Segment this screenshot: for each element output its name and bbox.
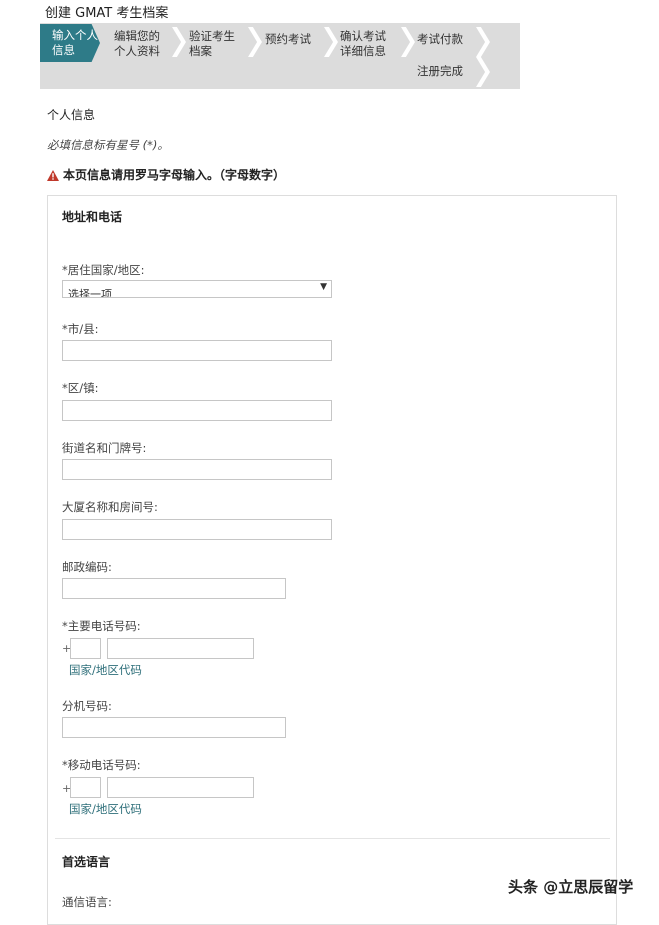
step-label: 输入个人 (52, 28, 98, 42)
language-section-title: 首选语言 (62, 855, 111, 869)
step-schedule-exam: 预约考试 (265, 32, 311, 47)
step-chevron-icon (172, 27, 186, 57)
step-label: 信息 (52, 43, 75, 57)
section-divider (55, 838, 610, 839)
mobile-number-input[interactable] (107, 777, 254, 798)
step-registration-complete: 注册完成 (417, 64, 463, 79)
postal-code-input[interactable] (62, 578, 286, 599)
step-label: 注册完成 (417, 64, 463, 78)
required-note: 必填信息标有星号 (*)。 (47, 138, 169, 152)
step-label: 档案 (189, 44, 212, 58)
step-label: 个人资料 (114, 44, 160, 58)
section-label: 个人信息 (47, 108, 96, 122)
step-exam-payment: 考试付款 (417, 32, 463, 47)
extension-input[interactable] (62, 717, 286, 738)
street-label: 街道名和门牌号: (62, 441, 147, 455)
mobile-country-code-hint: 国家/地区代码 (69, 802, 142, 816)
district-input[interactable] (62, 400, 332, 421)
city-label: *市/县: (62, 322, 99, 336)
street-input[interactable] (62, 459, 332, 480)
step-label: 详细信息 (340, 44, 386, 58)
step-chevron-icon (476, 27, 490, 57)
step-edit-profile: 编辑您的 个人资料 (114, 29, 160, 59)
primary-phone-label: *主要电话号码: (62, 619, 141, 633)
building-label: 大厦名称和房间号: (62, 500, 158, 514)
step-label: 预约考试 (265, 32, 311, 46)
step-enter-personal-info: 输入个人 信息 (40, 24, 100, 62)
step-label: 确认考试 (340, 29, 386, 43)
phone-country-code-input[interactable] (70, 638, 101, 659)
page-title: 创建 GMAT 考生档案 (45, 6, 169, 21)
postal-code-label: 邮政编码: (62, 560, 112, 574)
roman-letters-warning: 本页信息请用罗马字母输入。（字母数字） (47, 166, 285, 184)
country-select-value: 选择一项 (68, 288, 112, 298)
phone-country-code-hint: 国家/地区代码 (69, 663, 142, 677)
mobile-country-code-input[interactable] (70, 777, 101, 798)
country-label: *居住国家/地区: (62, 263, 145, 277)
warning-triangle-icon (47, 170, 59, 184)
city-input[interactable] (62, 340, 332, 361)
building-input[interactable] (62, 519, 332, 540)
registration-steps: 输入个人 信息 编辑您的 个人资料 验证考生 档案 预约考试 确认考试 详细信息… (40, 23, 520, 89)
step-verify-profile: 验证考生 档案 (189, 29, 235, 59)
dropdown-arrow-icon: ▼ (320, 282, 327, 292)
step-label: 编辑您的 (114, 29, 160, 43)
address-section-title: 地址和电话 (62, 210, 123, 224)
step-chevron-icon (324, 27, 338, 57)
step-confirm-details: 确认考试 详细信息 (340, 29, 386, 59)
comm-language-label: 通信语言: (62, 895, 112, 909)
extension-label: 分机号码: (62, 699, 112, 713)
watermark: 头条 @立思辰留学 (508, 878, 634, 896)
district-label: *区/镇: (62, 381, 99, 395)
step-chevron-icon (248, 27, 262, 57)
country-select[interactable]: 选择一项 ▼ (62, 280, 332, 298)
phone-number-input[interactable] (107, 638, 254, 659)
step-label: 验证考生 (189, 29, 235, 43)
warning-text: 本页信息请用罗马字母输入。（字母数字） (63, 168, 286, 182)
step-label: 考试付款 (417, 32, 463, 46)
step-chevron-icon (401, 27, 415, 57)
step-chevron-icon (476, 57, 490, 87)
mobile-phone-label: *移动电话号码: (62, 758, 141, 772)
